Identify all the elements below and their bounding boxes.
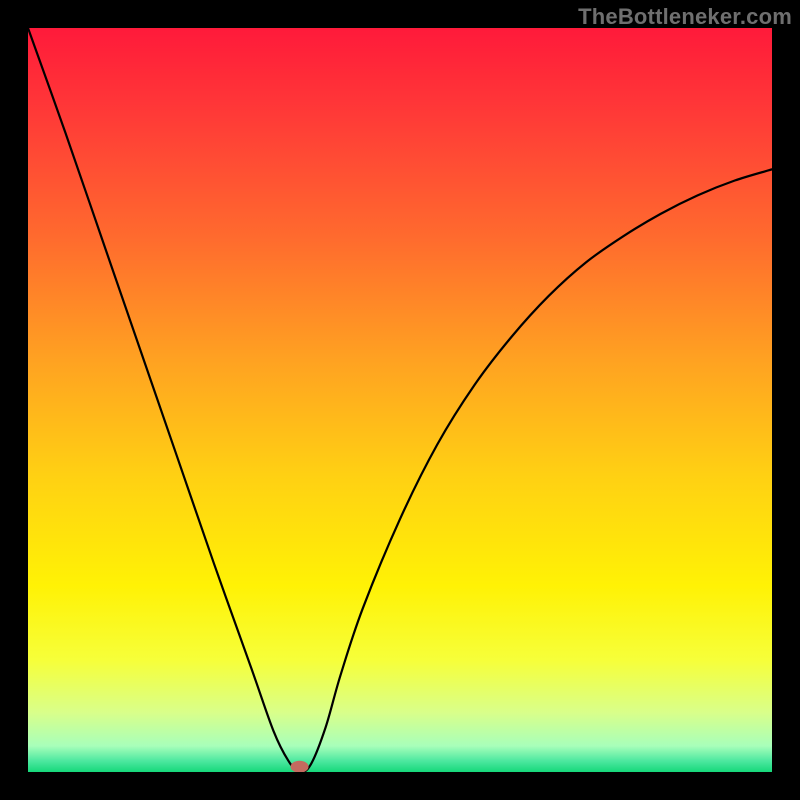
plot-area — [28, 28, 772, 772]
chart-frame: TheBottleneker.com — [0, 0, 800, 800]
bottleneck-chart — [28, 28, 772, 772]
watermark-text: TheBottleneker.com — [578, 4, 792, 30]
gradient-background — [28, 28, 772, 772]
